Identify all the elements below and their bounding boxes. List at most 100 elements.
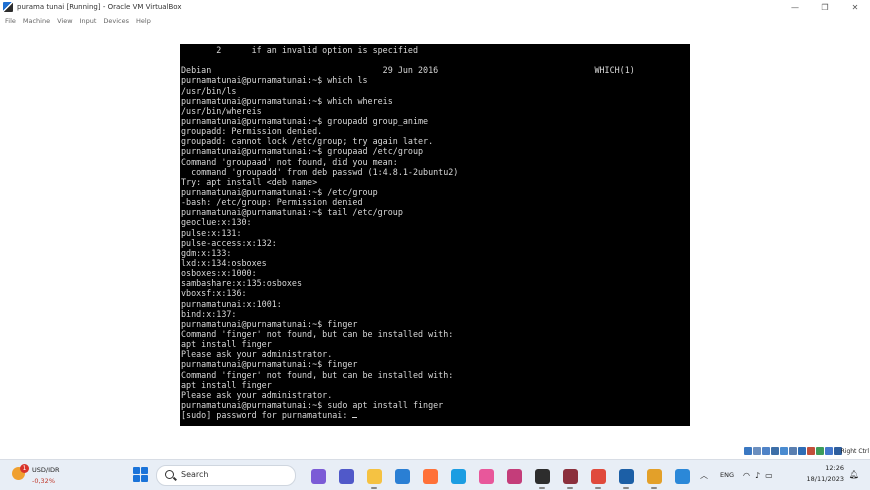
clock-time: 12:26: [825, 464, 844, 472]
terminal-line: apt install finger: [181, 339, 272, 350]
paint-icon: [674, 468, 690, 484]
taskbar-app[interactable]: [584, 466, 612, 489]
audio-icon[interactable]: [762, 447, 770, 455]
status-icons: [744, 447, 842, 455]
terminal-line: groupadd: Permission denied.: [181, 126, 323, 137]
widgets-button[interactable]: 1 USD/IDR -0,32%: [10, 464, 80, 486]
taskbar-app[interactable]: [388, 466, 416, 486]
terminal-output: 2 if an invalid option is specified Debia…: [181, 45, 689, 420]
shared-folders-icon[interactable]: [789, 447, 797, 455]
terminal-line: [sudo] password for purnamatunai:: [181, 410, 689, 420]
terminal-console[interactable]: 2 if an invalid option is specified Debia…: [180, 44, 690, 426]
terminal-line: purnamatunai@purnamatunai:~$ finger: [181, 318, 358, 329]
menu-bar: File Machine View Input Devices Help: [0, 14, 870, 27]
terminal-line: geoclue:x:130:: [181, 217, 252, 228]
bell-icon[interactable]: 🔔︎: [849, 470, 859, 479]
close-button[interactable]: ✕: [840, 0, 870, 14]
display-icon[interactable]: [798, 447, 806, 455]
maximize-button[interactable]: ❐: [810, 0, 840, 14]
taskbar-app[interactable]: [472, 466, 500, 486]
taskbar-app[interactable]: [556, 466, 584, 489]
terminal-line: vboxsf:x:136:: [181, 288, 247, 299]
terminal-line: -bash: /etc/group: Permission denied: [181, 197, 363, 208]
taskbar-app[interactable]: [332, 466, 360, 486]
wifi-icon[interactable]: ◠: [743, 471, 750, 480]
windows-logo-pane: [141, 467, 148, 474]
host-key-label[interactable]: Right Ctrl: [841, 448, 869, 455]
taskbar-app[interactable]: [612, 466, 640, 489]
language-indicator[interactable]: ENG: [720, 471, 734, 479]
network-icon[interactable]: [771, 447, 779, 455]
optical-drive-icon[interactable]: [753, 447, 761, 455]
terminal-line: purnamatunai@purnamatunai:~$ groupaad /e…: [181, 146, 424, 157]
terminal-line: apt install finger: [181, 379, 272, 390]
cpu-icon[interactable]: [816, 447, 824, 455]
window-title: purama tunai [Running] - Oracle VM Virtu…: [17, 3, 182, 11]
terminal-line: purnamatunai@purnamatunai:~$ sudo apt in…: [181, 399, 444, 410]
chevron-up-icon[interactable]: ︿: [700, 470, 708, 481]
terminal-line: gdm:x:133:: [181, 247, 232, 258]
taskbar-app[interactable]: [668, 466, 696, 486]
minimize-button[interactable]: —: [780, 0, 810, 14]
menu-file[interactable]: File: [5, 17, 16, 25]
terminal-line: purnamatunai@purnamatunai:~$ which ls: [181, 75, 368, 86]
taskbar-app[interactable]: [528, 466, 556, 489]
edge-icon: [450, 468, 466, 484]
menu-input[interactable]: Input: [80, 17, 97, 25]
windows-logo-pane: [141, 475, 148, 482]
file-explorer-icon: [366, 468, 382, 484]
terminal-line: Debian 29 Jun 2016 WHICH(1): [181, 65, 635, 76]
terminal-line: groupadd: cannot lock /etc/group; try ag…: [181, 136, 434, 147]
terminal-line: purnamatunai:x:1001:: [181, 298, 282, 309]
taskbar-search[interactable]: Search: [156, 465, 296, 486]
taskbar-app[interactable]: [304, 466, 332, 486]
terminal-line: Command 'finger' not found, but can be i…: [181, 328, 454, 339]
terminal-line: Please ask your administrator.: [181, 389, 333, 400]
pinned-apps: [304, 466, 696, 489]
terminal-line: Command 'groupaad' not found, did you me…: [181, 156, 398, 167]
mouse-integration-icon[interactable]: [825, 447, 833, 455]
ticker-name: USD/IDR: [32, 466, 60, 474]
windows-logo-pane: [133, 467, 140, 474]
recording-icon[interactable]: [807, 447, 815, 455]
virtualbox-app-icon: [3, 2, 13, 12]
terminal-line: purnamatunai@purnamatunai:~$ finger: [181, 359, 358, 370]
taskbar: 1 USD/IDR -0,32% Search ︿ ENG ◠ ♪ ▭ 12:2…: [0, 459, 870, 490]
search-label: Search: [181, 470, 209, 479]
copilot-icon: [310, 468, 326, 484]
menu-machine[interactable]: Machine: [23, 17, 50, 25]
taskbar-app[interactable]: [360, 466, 388, 489]
taskbar-app[interactable]: [640, 466, 668, 489]
terminal-line: Try: apt install <deb name>: [181, 176, 318, 187]
terminal-line: sambashare:x:135:osboxes: [181, 278, 303, 289]
menu-devices[interactable]: Devices: [103, 17, 129, 25]
usb-icon[interactable]: [780, 447, 788, 455]
terminal-line: /usr/bin/whereis: [181, 105, 262, 116]
terminal-line: pulse:x:131:: [181, 227, 242, 238]
start-button[interactable]: [133, 467, 148, 482]
window-controls: — ❐ ✕: [780, 0, 870, 14]
terminal-line: Command 'finger' not found, but can be i…: [181, 369, 454, 380]
terminal-line: purnamatunai@purnamatunai:~$ /etc/group: [181, 186, 378, 197]
terminal-line: lxd:x:134:osboxes: [181, 257, 267, 268]
clock[interactable]: 12:26 18/11/2023: [807, 464, 844, 483]
winrar-icon: [562, 468, 578, 484]
terminal-line: 2 if an invalid option is specified: [181, 45, 418, 55]
firefox-icon: [422, 468, 438, 484]
system-tray: ︿ ENG ◠ ♪ ▭: [700, 460, 778, 490]
taskbar-app[interactable]: [500, 466, 528, 486]
text-cursor: [352, 416, 358, 419]
teams-icon: [338, 468, 354, 484]
word-icon: [506, 468, 522, 484]
terminal-line: Please ask your administrator.: [181, 349, 333, 360]
taskbar-app[interactable]: [444, 466, 472, 486]
speaker-icon[interactable]: ♪: [755, 471, 760, 480]
search-icon: [165, 470, 174, 479]
taskbar-app[interactable]: [416, 466, 444, 486]
virtualbox-vm-icon: [646, 468, 662, 484]
menu-help[interactable]: Help: [136, 17, 151, 25]
hard-disk-icon[interactable]: [744, 447, 752, 455]
menu-view[interactable]: View: [57, 17, 72, 25]
battery-icon[interactable]: ▭: [765, 471, 773, 480]
